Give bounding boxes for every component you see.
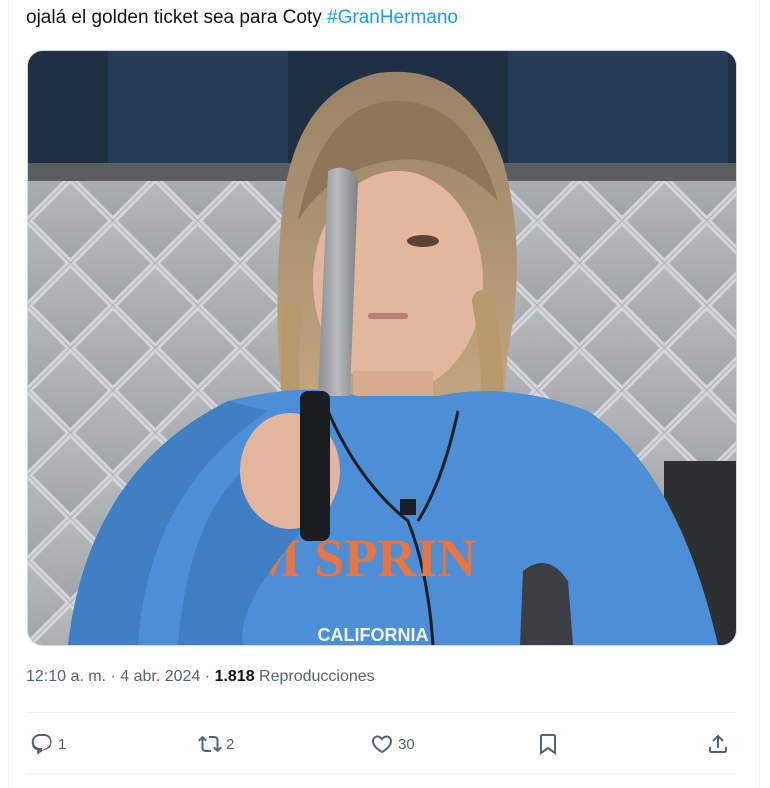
like-button[interactable]: 30 xyxy=(370,724,415,764)
retweet-count: 2 xyxy=(226,735,235,753)
views-count: 1.818 xyxy=(214,668,255,685)
like-count: 30 xyxy=(398,735,415,753)
tweet-date[interactable]: 4 abr. 2024 xyxy=(120,668,200,685)
retweet-button[interactable]: 2 xyxy=(198,724,234,764)
heart-icon xyxy=(371,735,393,754)
meta-separator-2: · xyxy=(200,668,215,685)
retweet-icon xyxy=(198,735,222,753)
hashtag-link[interactable]: #GranHermano xyxy=(327,7,458,28)
views-label: Reproducciones xyxy=(254,668,375,685)
divider xyxy=(26,712,736,713)
bookmark-button[interactable] xyxy=(536,724,560,764)
reply-count: 1 xyxy=(58,735,67,753)
divider-bottom xyxy=(26,773,736,774)
tweet-time[interactable]: 12:10 a. m. xyxy=(26,668,106,685)
meta-separator: · xyxy=(106,668,121,685)
share-icon xyxy=(709,734,727,753)
tweet-actions: 1 2 30 xyxy=(26,724,736,764)
reply-button[interactable]: 1 xyxy=(30,724,66,764)
share-button[interactable] xyxy=(706,724,730,764)
tweet-metadata: 12:10 a. m. · 4 abr. 2024 · 1.818 Reprod… xyxy=(26,668,375,686)
tweet-text: ojalá el golden ticket sea para Coty #Gr… xyxy=(26,6,746,30)
bookmark-icon xyxy=(540,734,556,755)
shirt-subtext: CALIFORNIA xyxy=(318,625,429,645)
media-photo: M SPRIN CALIFORNIA xyxy=(28,51,736,645)
tweet-body: ojalá el golden ticket sea para Coty xyxy=(26,7,328,28)
reply-icon xyxy=(31,734,52,755)
tweet-media-image[interactable]: M SPRIN CALIFORNIA xyxy=(27,50,737,646)
